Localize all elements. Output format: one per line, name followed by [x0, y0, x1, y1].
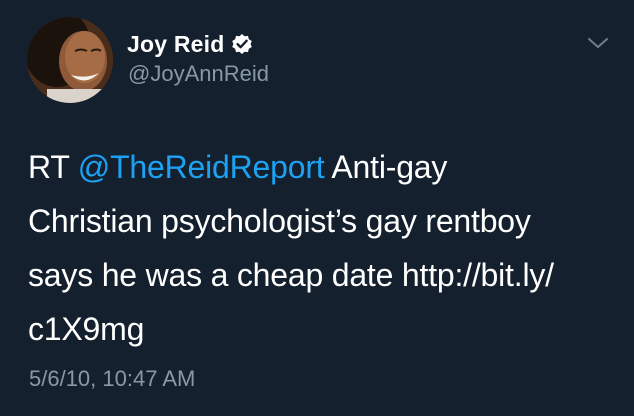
- verified-badge-icon: [231, 33, 253, 55]
- retweet-prefix: RT: [28, 149, 78, 185]
- user-handle[interactable]: @JoyAnnReid: [128, 61, 269, 87]
- tweet-timestamp[interactable]: 5/6/10, 10:47 AM: [29, 366, 195, 392]
- tweet-line-4: c1X9mg: [28, 311, 145, 347]
- tweet-text: RT @TheReidReport Anti-gay Christian psy…: [28, 140, 618, 356]
- avatar[interactable]: [27, 17, 113, 103]
- tweet-card: Joy Reid @JoyAnnReid RT @TheReidReport A…: [0, 0, 634, 416]
- tweet-line-2: Christian psychologist’s gay rentboy: [28, 203, 531, 239]
- avatar-photo: [27, 17, 113, 103]
- tweet-line-3: says he was a cheap date http://bit.ly/: [28, 257, 554, 293]
- chevron-down-icon[interactable]: [587, 35, 609, 51]
- tweet-line-1-text: Anti-gay: [324, 149, 448, 185]
- tweet-line-1: RT @TheReidReport Anti-gay: [28, 140, 618, 194]
- author-name-row[interactable]: Joy Reid: [127, 29, 253, 59]
- mention-link[interactable]: @TheReidReport: [78, 149, 325, 185]
- display-name[interactable]: Joy Reid: [127, 31, 224, 58]
